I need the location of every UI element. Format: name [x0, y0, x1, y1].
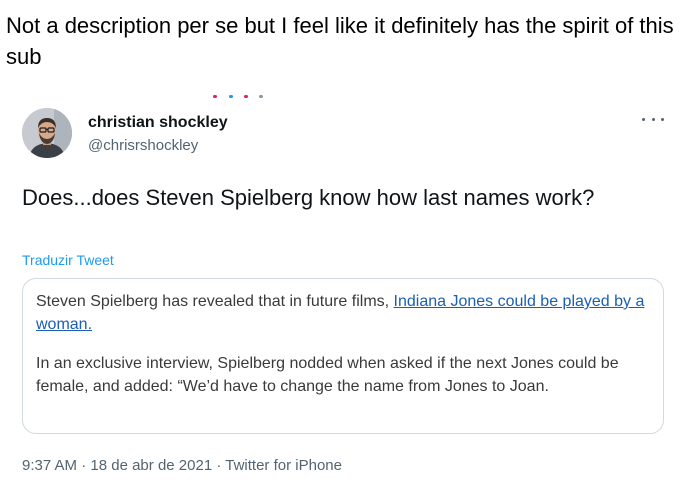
- tweet-source[interactable]: Twitter for iPhone: [225, 457, 342, 474]
- quote-paragraph-1: Steven Spielberg has revealed that in fu…: [36, 290, 648, 336]
- post-caption: Not a description per se but I feel like…: [6, 13, 674, 69]
- quoted-article-card[interactable]: Steven Spielberg has revealed that in fu…: [22, 278, 664, 434]
- tweet-date[interactable]: 18 de abr de 2021: [90, 457, 212, 474]
- author-name[interactable]: christian shockley: [88, 114, 228, 132]
- quote-text: Steven Spielberg has revealed that in fu…: [36, 293, 394, 310]
- more-options-icon[interactable]: [642, 114, 664, 124]
- quote-paragraph-2: In an exclusive interview, Spielberg nod…: [36, 355, 619, 395]
- tweet-metadata: 9:37 AM · 18 de abr de 2021 · Twitter fo…: [22, 457, 342, 474]
- tweet-screenshot: christian shockley @chrisrshockley Does.…: [0, 84, 700, 488]
- tweet-text: Does...does Steven Spielberg know how la…: [22, 185, 595, 210]
- avatar[interactable]: [22, 108, 72, 158]
- translate-tweet-link[interactable]: Traduzir Tweet: [22, 252, 114, 268]
- meta-separator: ·: [81, 457, 87, 474]
- meta-separator: ·: [216, 457, 222, 474]
- cropped-decoration: [213, 95, 273, 99]
- tweet-time[interactable]: 9:37 AM: [22, 457, 77, 474]
- author-handle[interactable]: @chrisrshockley: [88, 137, 198, 154]
